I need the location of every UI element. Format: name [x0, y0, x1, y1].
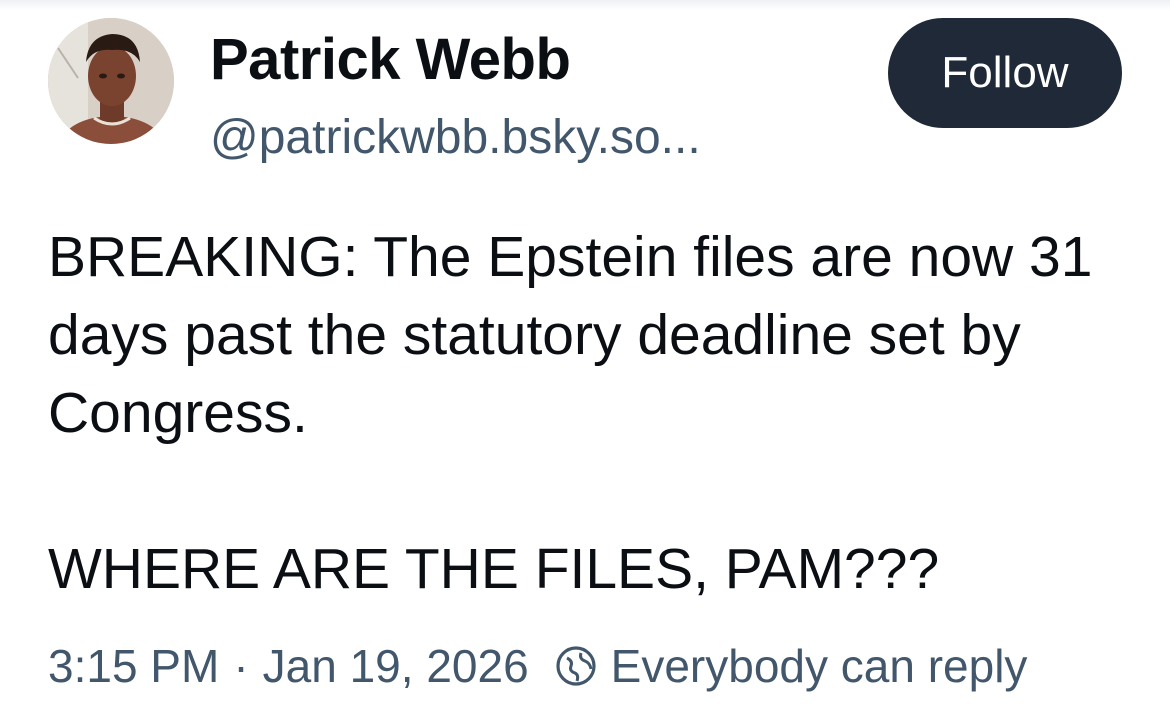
post-meta: 3:15 PM · Jan 19, 2026 Everybody can rep…	[48, 634, 1027, 698]
post-text-paragraph-2: WHERE ARE THE FILES, PAM???	[48, 537, 940, 601]
top-divider-shadow	[0, 0, 1170, 10]
post-body: BREAKING: The Epstein files are now 31 d…	[48, 218, 1138, 608]
author-handle[interactable]: @patrickwbb.bsky.so...	[210, 108, 701, 168]
avatar[interactable]	[48, 18, 174, 144]
post-text-paragraph-1: BREAKING: The Epstein files are now 31 d…	[48, 225, 1093, 445]
post-date[interactable]: Jan 19, 2026	[263, 639, 529, 693]
post-card: Patrick Webb @patrickwbb.bsky.so... Foll…	[0, 0, 1170, 725]
reply-setting-label[interactable]: Everybody can reply	[611, 639, 1028, 693]
post-time[interactable]: 3:15 PM	[48, 639, 219, 693]
avatar-photo-icon	[48, 18, 174, 144]
author-display-name[interactable]: Patrick Webb	[210, 26, 701, 94]
author-block[interactable]: Patrick Webb @patrickwbb.bsky.so...	[210, 26, 701, 168]
follow-button[interactable]: Follow	[888, 18, 1122, 128]
meta-separator: ·	[233, 640, 249, 692]
globe-reply-icon	[555, 645, 597, 687]
